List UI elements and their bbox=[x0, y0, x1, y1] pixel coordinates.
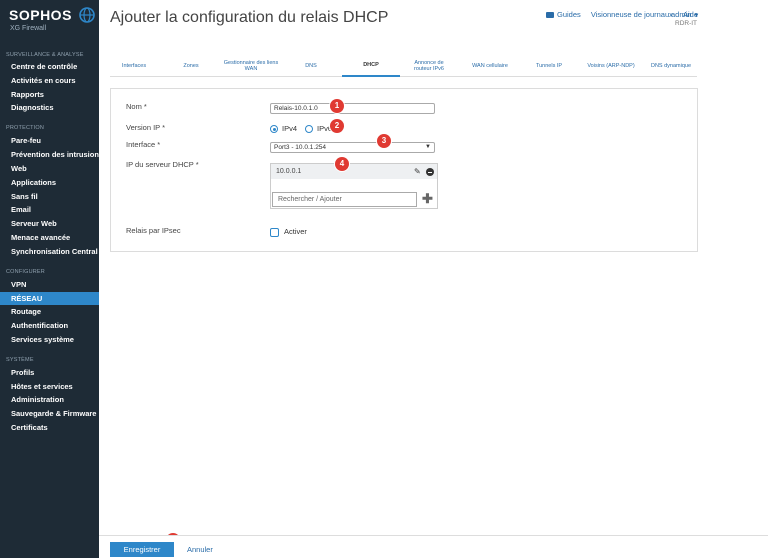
dhcp-server-ip: 10.0.0.1 bbox=[276, 168, 302, 175]
log-viewer-link[interactable]: Visionneuse de journaux bbox=[591, 10, 673, 19]
sidebar-item-control-center[interactable]: Centre de contrôle bbox=[0, 60, 99, 73]
save-button[interactable]: Enregistrer bbox=[110, 542, 174, 557]
main-content: Ajouter la configuration du relais DHCP … bbox=[99, 0, 768, 558]
section-title-system: SYSTÈME bbox=[6, 357, 34, 363]
tab-interfaces[interactable]: Interfaces bbox=[110, 55, 158, 77]
sidebar-item-central-sync[interactable]: Synchronisation Central bbox=[0, 245, 99, 258]
ipv4-radio[interactable] bbox=[270, 125, 278, 133]
sidebar-item-vpn[interactable]: VPN bbox=[0, 278, 99, 291]
sidebar-item-profiles[interactable]: Profils bbox=[0, 366, 99, 379]
tab-dns[interactable]: DNS bbox=[290, 55, 332, 77]
tab-wan-link-manager[interactable]: Gestionnaire des liens WAN bbox=[222, 55, 280, 77]
section-title-configure: CONFIGURER bbox=[6, 269, 45, 275]
ipv4-label: IPv4 bbox=[282, 124, 298, 133]
annotation-badge-4: 4 bbox=[335, 157, 349, 171]
annotation-badge-2: 2 bbox=[330, 119, 344, 133]
sidebar-item-email[interactable]: Email bbox=[0, 203, 99, 216]
annotation-badge-1: 1 bbox=[330, 99, 344, 113]
guides-link[interactable]: Guides bbox=[546, 10, 581, 19]
sidebar-item-web[interactable]: Web bbox=[0, 162, 99, 175]
sidebar-item-administration[interactable]: Administration bbox=[0, 393, 99, 406]
page-title: Ajouter la configuration du relais DHCP bbox=[110, 9, 389, 26]
brand-name: SOPHOS bbox=[9, 7, 72, 23]
form-panel: Nom * Relais-10.0.1.0 Version IP * IPv4 … bbox=[110, 88, 698, 252]
tab-bar: Interfaces Zones Gestionnaire des liens … bbox=[110, 55, 697, 77]
tab-ip-tunnels[interactable]: Tunnels IP bbox=[526, 55, 572, 77]
section-title-protection: PROTECTION bbox=[6, 125, 45, 131]
sidebar-item-certificates[interactable]: Certificats bbox=[0, 421, 99, 434]
name-label: Nom * bbox=[126, 102, 147, 111]
ipsec-checkbox[interactable] bbox=[270, 228, 279, 237]
section-title-monitoring: SURVEILLANCE & ANALYSE bbox=[6, 52, 84, 58]
ip-version-label: Version IP * bbox=[126, 123, 166, 132]
chevron-down-icon: ▼ bbox=[693, 13, 700, 19]
brand-product: XG Firewall bbox=[10, 25, 47, 32]
tab-neighbors[interactable]: Voisins (ARP-NDP) bbox=[578, 55, 644, 77]
sidebar-item-web-server[interactable]: Serveur Web bbox=[0, 217, 99, 230]
logo[interactable]: SOPHOS XG Firewall bbox=[9, 5, 95, 35]
pencil-icon[interactable]: ✎ bbox=[414, 167, 421, 176]
tab-cellular-wan[interactable]: WAN cellulaire bbox=[460, 55, 520, 77]
sidebar-item-diagnostics[interactable]: Diagnostics bbox=[0, 101, 99, 114]
user-name: admin bbox=[671, 10, 692, 19]
user-menu[interactable]: admin ▼ bbox=[671, 10, 699, 19]
ipsec-relay-label: Relais par IPsec bbox=[126, 226, 181, 235]
interface-value: Port3 - 10.0.1.254 bbox=[274, 144, 327, 151]
annotation-badge-3: 3 bbox=[377, 134, 391, 148]
footer-bar: Enregistrer Annuler bbox=[99, 535, 768, 558]
sidebar-item-advanced-threat[interactable]: Menace avancée bbox=[0, 231, 99, 244]
sidebar-item-current-activities[interactable]: Activités en cours bbox=[0, 74, 99, 87]
sidebar-item-intrusion-prevention[interactable]: Prévention des intrusions bbox=[0, 148, 103, 161]
tab-zones[interactable]: Zones bbox=[170, 55, 212, 77]
chevron-down-icon: ▼ bbox=[425, 144, 431, 150]
globe-icon bbox=[79, 7, 95, 23]
cancel-link[interactable]: Annuler bbox=[187, 545, 213, 554]
dhcp-server-label: IP du serveur DHCP * bbox=[126, 160, 199, 169]
remove-icon[interactable] bbox=[426, 168, 434, 176]
interface-label: Interface * bbox=[126, 140, 161, 149]
sidebar-item-reports[interactable]: Rapports bbox=[0, 88, 99, 101]
sidebar-item-system-services[interactable]: Services système bbox=[0, 333, 99, 346]
name-input[interactable]: Relais-10.0.1.0 bbox=[270, 103, 435, 114]
tab-ipv6-router-advertisement[interactable]: Annonce de routeur IPv6 bbox=[406, 55, 452, 77]
interface-select[interactable]: Port3 - 10.0.1.254 ▼ bbox=[270, 142, 435, 153]
sidebar-item-network[interactable]: RÉSEAU bbox=[0, 292, 99, 305]
sidebar-item-hosts-services[interactable]: Hôtes et services bbox=[0, 380, 99, 393]
ipv6-radio[interactable] bbox=[305, 125, 313, 133]
sidebar-item-firewall[interactable]: Pare-feu bbox=[0, 134, 99, 147]
tab-dhcp[interactable]: DHCP bbox=[342, 55, 400, 77]
search-input[interactable]: Rechercher / Ajouter bbox=[272, 192, 417, 207]
sidebar-item-authentication[interactable]: Authentification bbox=[0, 319, 99, 332]
sidebar-item-backup-firmware[interactable]: Sauvegarde & Firmware bbox=[0, 407, 99, 420]
sidebar-item-wireless[interactable]: Sans fil bbox=[0, 190, 99, 203]
tab-dynamic-dns[interactable]: DNS dynamique bbox=[646, 55, 696, 77]
sidebar-item-routing[interactable]: Routage bbox=[0, 305, 99, 318]
plus-icon[interactable]: ✚ bbox=[422, 191, 433, 207]
ipsec-checkbox-label: Activer bbox=[284, 227, 307, 236]
sidebar-item-applications[interactable]: Applications bbox=[0, 176, 99, 189]
user-device: RDR-IT bbox=[675, 20, 698, 27]
list-item[interactable]: 10.0.0.1 bbox=[271, 164, 437, 179]
video-icon bbox=[546, 12, 555, 19]
sidebar: SOPHOS XG Firewall SURVEILLANCE & ANALYS… bbox=[0, 0, 103, 558]
dhcp-server-list: 10.0.0.1 ✎ Rechercher / Ajouter ✚ bbox=[270, 163, 438, 209]
